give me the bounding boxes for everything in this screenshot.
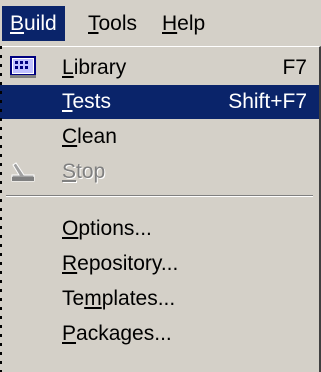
menu-item-clean[interactable]: Clean: [0, 120, 319, 154]
build-dropdown-menu: Library F7 Tests Shift+F7 Clean Stop Opt…: [0, 46, 321, 372]
menu-tools-label: ools: [98, 12, 138, 35]
window-edge: [0, 46, 2, 372]
menu-item-repository-label: Repository...: [62, 252, 179, 275]
menu-item-options-label: Options...: [62, 217, 152, 240]
menu-item-options[interactable]: Options...: [0, 212, 319, 246]
menu-build-label: uild: [24, 12, 57, 35]
menu-tools-mnemonic: T: [88, 12, 99, 35]
library-icon: [10, 55, 36, 79]
menu-help-mnemonic: H: [162, 12, 178, 35]
menu-item-packages-label: Packages...: [62, 322, 172, 345]
menu-build-mnemonic: B: [10, 12, 25, 35]
menu-build[interactable]: Build: [2, 6, 65, 41]
menu-help[interactable]: Help: [154, 6, 213, 41]
menu-help-label: elp: [177, 12, 206, 35]
stop-icon: [10, 159, 36, 183]
menu-item-packages[interactable]: Packages...: [0, 317, 319, 351]
menu-tools[interactable]: Tools: [80, 6, 145, 41]
menu-bar: Build Tools Help: [0, 0, 321, 46]
menu-item-stop-label: Stop: [62, 160, 106, 183]
menu-item-tests[interactable]: Tests Shift+F7: [0, 85, 319, 119]
menu-item-clean-label: Clean: [62, 125, 117, 148]
menu-item-library[interactable]: Library F7: [0, 51, 319, 85]
menu-item-tests-label: Tests: [62, 90, 112, 113]
menu-item-templates[interactable]: Templates...: [0, 282, 319, 316]
shortcut-library: F7: [282, 56, 307, 79]
menu-item-stop: Stop: [0, 155, 319, 189]
menu-item-repository[interactable]: Repository...: [0, 247, 319, 281]
menu-item-library-label: Library: [62, 56, 127, 79]
shortcut-tests: Shift+F7: [228, 90, 307, 113]
menu-item-templates-label: Templates...: [62, 287, 176, 310]
menu-separator: [6, 195, 313, 197]
